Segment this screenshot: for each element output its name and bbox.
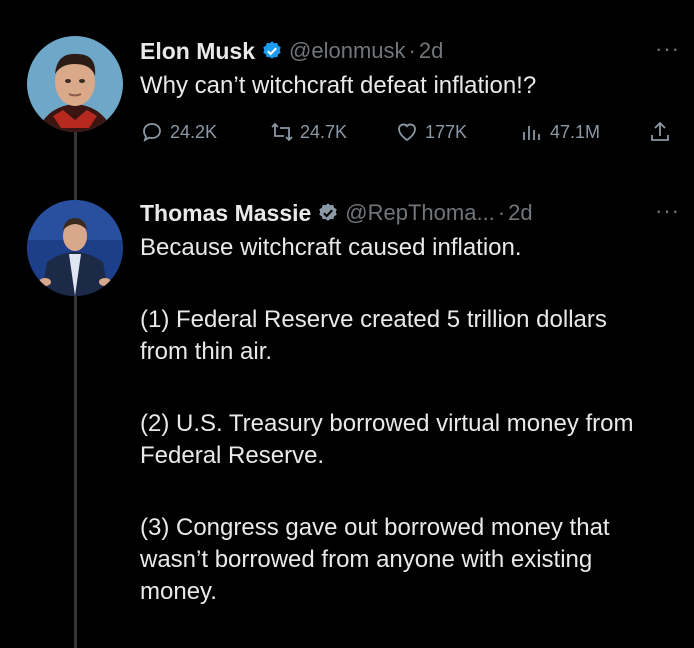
- author-name[interactable]: Thomas Massie: [140, 200, 311, 227]
- tweet-text: Why can’t witchcraft defeat inflation!?: [140, 72, 537, 99]
- thread-line-top: [74, 130, 77, 200]
- avatar-elon-musk[interactable]: [27, 36, 123, 132]
- reply-button[interactable]: 24.2K: [140, 120, 217, 144]
- views-count: 47.1M: [550, 121, 601, 142]
- reply-icon: [143, 123, 161, 142]
- author-name[interactable]: Elon Musk: [140, 38, 255, 65]
- retweet-button[interactable]: 24.7K: [270, 120, 347, 144]
- tweet-header: Thomas Massie @RepThoma... · 2d: [140, 198, 680, 228]
- author-handle[interactable]: @elonmusk: [289, 38, 406, 64]
- avatar-thomas-massie[interactable]: [27, 200, 123, 296]
- tweet-time[interactable]: 2d: [508, 200, 532, 226]
- verified-badge-icon: [261, 40, 283, 62]
- retweet-icon: [271, 122, 293, 142]
- tweet-paragraph: (1) Federal Reserve created 5 trillion d…: [140, 306, 607, 365]
- tweet-text: Because witchcraft caused inflation. (1)…: [140, 232, 680, 608]
- like-icon: [398, 123, 416, 142]
- separator-dot: ·: [408, 38, 416, 63]
- more-icon[interactable]: ···: [655, 198, 680, 224]
- retweet-count: 24.7K: [300, 121, 348, 142]
- reply-count: 24.2K: [170, 121, 218, 142]
- tweet-thomas-massie[interactable]: Thomas Massie @RepThoma... · 2d ··· Beca…: [140, 198, 680, 608]
- tweet-header: Elon Musk @elonmusk · 2d: [140, 36, 680, 66]
- like-button[interactable]: 177K: [395, 120, 467, 144]
- verified-badge-icon: [317, 202, 339, 224]
- tweet-time[interactable]: 2d: [419, 38, 443, 64]
- views-button[interactable]: 47.1M: [520, 120, 600, 144]
- separator-dot: ·: [497, 200, 506, 225]
- more-icon[interactable]: ···: [655, 36, 680, 62]
- share-button[interactable]: [648, 120, 678, 144]
- share-icon: [651, 121, 669, 141]
- tweet-paragraph: Because witchcraft caused inflation.: [140, 234, 522, 261]
- tweet-paragraph: (2) U.S. Treasury borrowed virtual money…: [140, 410, 634, 469]
- tweet-elon-musk[interactable]: Elon Musk @elonmusk · 2d ··· Why can’t w…: [140, 36, 680, 102]
- views-icon: [523, 126, 540, 140]
- tweet-paragraph: (3) Congress gave out borrowed money tha…: [140, 514, 610, 605]
- author-handle[interactable]: @RepThoma...: [345, 200, 495, 226]
- thread-line-bottom: [74, 296, 77, 648]
- tweet-actions: 24.2K 24.7K 177K 47.1M: [140, 118, 680, 146]
- like-count: 177K: [425, 121, 468, 142]
